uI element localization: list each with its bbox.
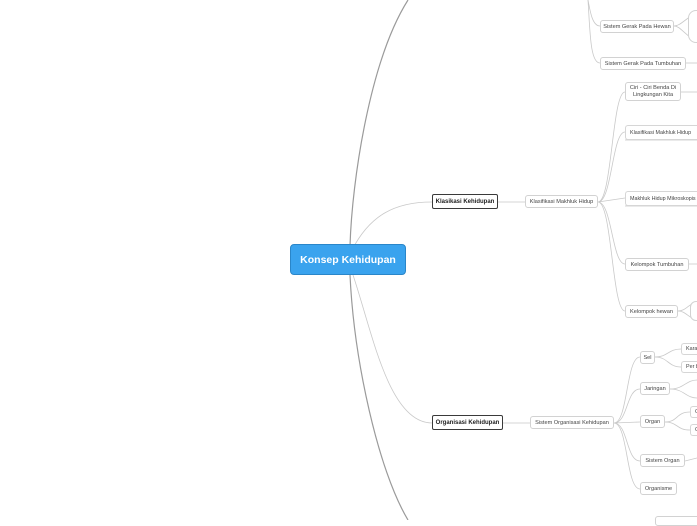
node-organisme[interactable]: Organisme — [640, 482, 677, 495]
node-sel-child-2[interactable]: Per b — [681, 361, 697, 373]
node-kelompok-hewan[interactable]: Kelompok hewan — [625, 305, 678, 318]
node-sistem-gerak-hewan[interactable]: Sistem Gerak Pada Hewan — [600, 20, 674, 33]
topic-organisasi-kehidupan[interactable]: Organisasi Kehidupan — [432, 415, 503, 430]
node-organ-child-2[interactable]: C — [690, 424, 697, 436]
node-cutoff-bottom — [655, 516, 697, 526]
node-ciri-benda[interactable]: Ciri - Ciri Benda Di Lingkungan Kita — [625, 82, 681, 101]
node-jaringan[interactable]: Jaringan — [640, 382, 670, 395]
node-sistem-organisasi-kehidupan[interactable]: Sistem Organisasi Kehidupan — [530, 416, 614, 429]
node-sel[interactable]: Sel — [640, 351, 655, 364]
node-cutoff-hewan — [690, 301, 697, 321]
topic-klasifikasi-kehidupan[interactable]: Klasikasi Kehidupan — [432, 194, 498, 209]
node-makhluk-hidup-mikroskopis[interactable]: Makhluk Hidup Mikroskopis — [625, 191, 697, 206]
node-sistem-gerak-tumbuhan[interactable]: Sistem Gerak Pada Tumbuhan — [600, 57, 686, 70]
node-sel-child-1[interactable]: Kara — [681, 343, 697, 355]
node-organ-child-1[interactable]: C — [690, 406, 697, 418]
node-klasifikasi-makhluk-hidup-2[interactable]: Klasifikasi Makhluk Hidup — [625, 125, 697, 140]
node-kelompok-tumbuhan[interactable]: Kelompok Tumbuhan — [625, 258, 689, 271]
node-klasifikasi-makhluk-hidup[interactable]: Klasifikasi Makhluk Hidup — [525, 195, 598, 208]
node-cutoff-right-top — [688, 10, 697, 43]
node-sistem-organ[interactable]: Sistem Organ — [640, 454, 685, 467]
root-topic[interactable]: Konsep Kehidupan — [290, 244, 406, 275]
node-organ[interactable]: Organ — [640, 415, 665, 428]
